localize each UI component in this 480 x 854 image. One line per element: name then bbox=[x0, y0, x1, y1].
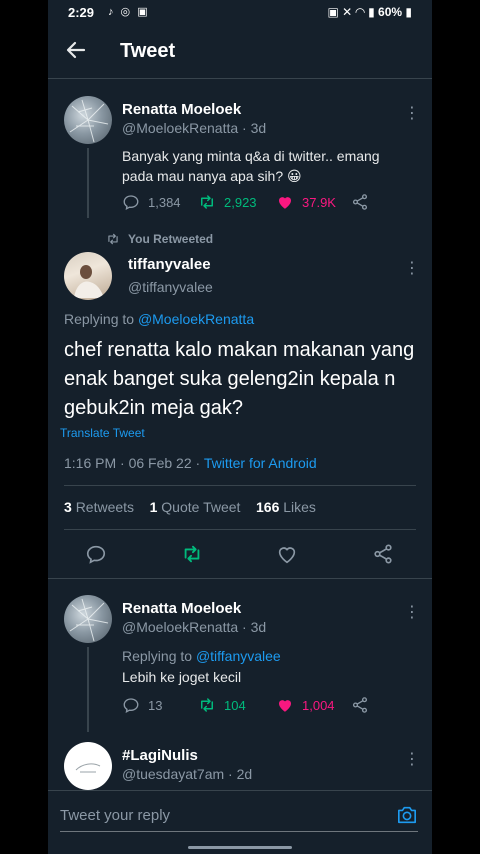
more-options-icon[interactable]: ⋮ bbox=[404, 103, 420, 123]
status-right: ▣ ✕ ◠ ▮ 60% ▮ bbox=[327, 5, 412, 19]
likes-label: Likes bbox=[283, 499, 316, 515]
replying-to-link[interactable]: @tiffanyvalee bbox=[196, 648, 281, 664]
likes-stat[interactable]: 166 Likes bbox=[256, 499, 316, 515]
battery-level: 60% bbox=[378, 5, 403, 19]
retweets-label: Retweets bbox=[75, 499, 135, 515]
battery-icon: ▮ bbox=[402, 5, 412, 19]
retweets-total: 3 bbox=[64, 499, 72, 515]
author-handle: @MoeloekRenatta bbox=[122, 120, 239, 136]
retweet-icon[interactable] bbox=[181, 543, 203, 565]
heart-icon[interactable] bbox=[276, 543, 298, 565]
author-name[interactable]: Renatta Moeloek bbox=[122, 600, 241, 617]
tweet-age: 3d bbox=[250, 120, 267, 136]
reply-composer: Tweet your reply bbox=[48, 790, 432, 841]
retweeted-label: You Retweeted bbox=[128, 232, 214, 246]
thread-line bbox=[87, 148, 89, 218]
reply-count: 1,384 bbox=[148, 194, 181, 210]
reply-count: 13 bbox=[148, 697, 163, 713]
author-handle: @tuesdayat7am bbox=[122, 766, 225, 782]
quote-total: 1 bbox=[149, 499, 158, 515]
avatar[interactable] bbox=[64, 595, 112, 643]
like-count: 37.9K bbox=[302, 194, 336, 210]
retweet-icon bbox=[201, 195, 213, 209]
retweet-icon bbox=[201, 698, 213, 712]
tweet-age: 2d bbox=[236, 766, 253, 782]
status-bar: 2:29 ♪ ◎ ▣ ▣ ✕ ◠ ▮ 60% ▮ bbox=[48, 0, 432, 26]
divider bbox=[64, 529, 416, 530]
page-title: Tweet bbox=[120, 40, 176, 62]
like-count: 1,004 bbox=[302, 697, 335, 713]
avatar[interactable] bbox=[64, 252, 112, 300]
heart-filled-icon bbox=[279, 197, 291, 209]
more-options-icon[interactable]: ⋮ bbox=[404, 749, 420, 769]
section-divider bbox=[48, 578, 432, 579]
author-handle[interactable]: @tiffanyvalee bbox=[128, 279, 213, 295]
retweet-small-icon bbox=[108, 233, 118, 245]
quote-tweets-stat[interactable]: 1 Quote Tweet bbox=[150, 499, 241, 515]
top-app-bar: Tweet bbox=[48, 26, 432, 79]
retweets-stat[interactable]: 3 Retweets bbox=[64, 499, 134, 515]
author-name[interactable]: #LagiNulis bbox=[122, 747, 198, 764]
retweet-count: 2,923 bbox=[224, 194, 257, 210]
share-button[interactable] bbox=[351, 696, 377, 714]
logo-sketch bbox=[75, 763, 101, 773]
author-handle-and-age[interactable]: @tuesdayat7am · 2d bbox=[122, 766, 252, 782]
tweet-datetime: 1:16 PM · 06 Feb 22 · bbox=[64, 455, 204, 471]
heart-filled-icon bbox=[279, 700, 291, 712]
reply-input[interactable]: Tweet your reply bbox=[60, 807, 170, 824]
reply-button[interactable]: 13 bbox=[122, 696, 162, 714]
main-tweet-text: chef renatta kalo makan makanan yang ena… bbox=[64, 339, 415, 419]
quote-label: Quote Tweet bbox=[161, 499, 241, 515]
status-time: 2:29 bbox=[68, 5, 95, 20]
reply-icon bbox=[123, 698, 139, 713]
divider bbox=[64, 485, 416, 486]
like-button[interactable]: 1,004 bbox=[276, 696, 335, 714]
thread-line bbox=[87, 647, 89, 732]
tweet-text: Lebih ke joget kecil bbox=[122, 669, 242, 685]
replying-to: Replying to @tiffanyvalee bbox=[122, 646, 281, 666]
engagement-counts: 3 Retweets 1 Quote Tweet 166 Likes bbox=[64, 499, 316, 515]
author-handle-and-age[interactable]: @MoeloekRenatta · 3d bbox=[122, 619, 266, 635]
profile-photo bbox=[74, 265, 104, 298]
share-icon[interactable] bbox=[372, 543, 394, 565]
retweeted-indicator: You Retweeted bbox=[106, 232, 213, 246]
home-indicator[interactable] bbox=[188, 846, 292, 849]
reply-icon[interactable] bbox=[85, 543, 107, 565]
share-icon bbox=[352, 194, 368, 210]
translate-tweet-link[interactable]: Translate Tweet bbox=[60, 426, 145, 440]
tweet-text: Banyak yang minta q&a di twitter.. emang… bbox=[122, 148, 380, 184]
replying-to-link[interactable]: @MoeloekRenatta bbox=[138, 311, 254, 327]
replying-prefix: Replying to bbox=[122, 648, 196, 664]
replying-prefix: Replying to bbox=[64, 311, 138, 327]
tweet-timestamp: 1:16 PM · 06 Feb 22 · Twitter for Androi… bbox=[64, 455, 317, 471]
author-handle: @MoeloekRenatta bbox=[122, 619, 239, 635]
more-options-icon[interactable]: ⋮ bbox=[404, 258, 420, 278]
avatar[interactable] bbox=[64, 96, 112, 144]
more-options-icon[interactable]: ⋮ bbox=[404, 602, 420, 622]
author-name[interactable]: Renatta Moeloek bbox=[122, 101, 241, 118]
retweet-button[interactable]: 104 bbox=[198, 696, 246, 714]
back-arrow-icon[interactable] bbox=[64, 38, 88, 62]
cracked-glass-image bbox=[69, 598, 109, 642]
tweet-age: 3d bbox=[250, 619, 267, 635]
share-button[interactable] bbox=[351, 193, 377, 211]
signal-icons: ▣ ✕ ◠ ▮ bbox=[327, 5, 379, 19]
twitter-screen: 2:29 ♪ ◎ ▣ ▣ ✕ ◠ ▮ 60% ▮ Tweet Renatta M… bbox=[48, 0, 432, 854]
like-button[interactable]: 37.9K bbox=[276, 193, 336, 211]
author-name[interactable]: tiffanyvalee bbox=[128, 256, 211, 273]
retweet-count: 104 bbox=[224, 697, 246, 713]
likes-total: 166 bbox=[256, 499, 280, 515]
reply-button[interactable]: 1,384 bbox=[122, 193, 181, 211]
camera-icon[interactable] bbox=[396, 805, 418, 825]
cracked-glass-image bbox=[69, 99, 109, 143]
retweet-button[interactable]: 2,923 bbox=[198, 193, 257, 211]
reply-icon bbox=[123, 195, 139, 210]
avatar[interactable] bbox=[64, 742, 112, 790]
author-handle-and-age[interactable]: @MoeloekRenatta · 3d bbox=[122, 120, 266, 136]
replying-to: Replying to @MoeloekRenatta bbox=[64, 309, 254, 329]
tweet-source-link[interactable]: Twitter for Android bbox=[204, 455, 317, 471]
input-underline bbox=[60, 831, 418, 832]
notification-icons: ♪ ◎ ▣ bbox=[108, 6, 150, 18]
share-icon bbox=[352, 697, 368, 713]
